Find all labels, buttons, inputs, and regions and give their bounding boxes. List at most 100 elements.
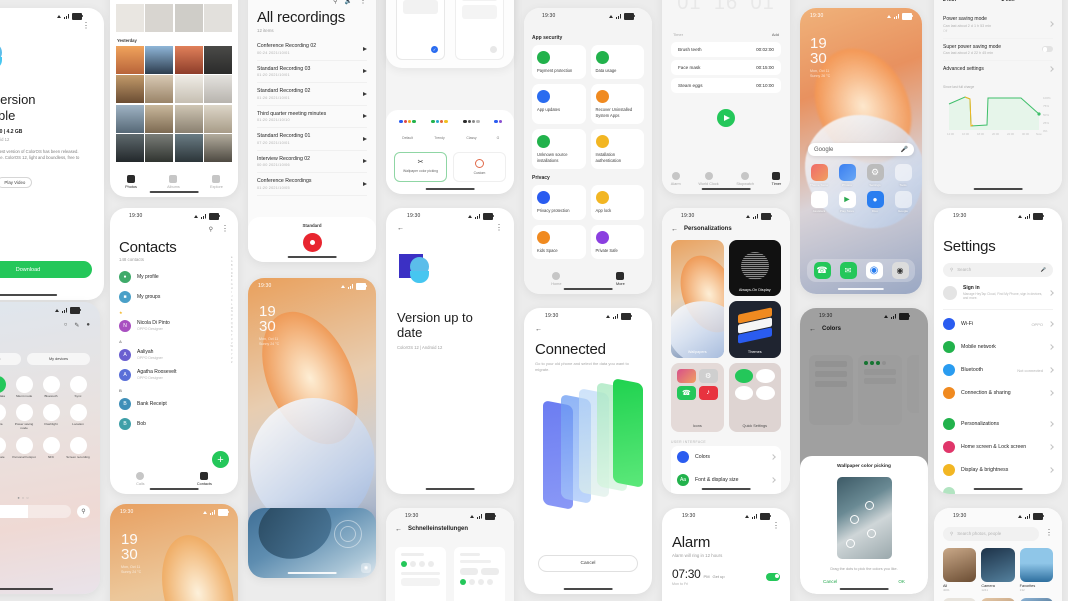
timer-list[interactable]: Brush teeth 00:02:00 Face mask 00:15:00 St… xyxy=(671,42,781,93)
qs-tile-nfc[interactable]: NFC xyxy=(39,437,63,460)
sidebar-item-mobile-network[interactable]: Mobile network xyxy=(943,336,1054,359)
qs-tile-hotspot[interactable]: Personal hotspot xyxy=(12,437,36,460)
tile-installation-auth[interactable]: Installation authentication xyxy=(590,129,644,170)
row-fingerprint-animation[interactable]: Fingerprint animation xyxy=(677,492,775,495)
card-icons[interactable]: ⚙ ☎ ♪ Icons xyxy=(671,362,724,432)
qs-layout-preview-1[interactable] xyxy=(395,546,446,601)
dock-camera[interactable]: ◉ xyxy=(891,262,909,279)
tile-payment-protection[interactable]: Payment protection xyxy=(532,44,586,80)
add-timer-button[interactable]: Add xyxy=(772,32,779,37)
tab-stopwatch[interactable]: Stopwatch xyxy=(736,172,754,186)
tile-private-safe[interactable]: Private Safe xyxy=(590,224,644,260)
security-tabbar[interactable]: Home More xyxy=(524,272,652,286)
tile-data-usage[interactable]: Data usage xyxy=(590,44,644,80)
contacts-tabbar[interactable]: Calls Contacts xyxy=(110,472,238,486)
battery-rows[interactable]: Power saving mode Can last about 2 d 1 h… xyxy=(943,11,1054,77)
privacy-tiles[interactable]: Privacy protection App lock Kids Space P… xyxy=(532,185,644,260)
overflow-menu-icon[interactable]: ⋮ xyxy=(495,223,503,231)
settings-icon[interactable]: ● xyxy=(86,322,90,328)
list-item[interactable]: A Aaliyah OPPO Designer xyxy=(119,345,229,365)
search-icon[interactable]: ⚲ xyxy=(209,226,213,233)
tile-privacy-protection[interactable]: Privacy protection xyxy=(532,185,586,220)
overflow-menu-icon[interactable]: ⋮ xyxy=(672,521,780,529)
option-custom[interactable]: Custom xyxy=(453,152,506,182)
alarm-toggle[interactable] xyxy=(766,573,780,581)
list-item-my-groups[interactable]: ■ My groups xyxy=(119,287,229,307)
list-item[interactable]: Standard Recording 03 01:20 2021/10/01 xyxy=(257,61,367,83)
photo-grid-top[interactable] xyxy=(116,4,232,32)
clock-tabbar[interactable]: Alarm World Clock Stopwatch Timer xyxy=(662,172,790,186)
timer-digits[interactable]: 01 16 01 xyxy=(671,0,781,15)
search-icon[interactable]: ⚲ xyxy=(77,504,90,518)
record-button[interactable] xyxy=(302,233,322,252)
start-timer-button[interactable] xyxy=(717,109,735,127)
overflow-menu-icon[interactable]: ⋮ xyxy=(1045,529,1053,537)
dock-messages[interactable]: ✉ xyxy=(839,262,857,279)
app-folder-tools[interactable]: Tools xyxy=(891,164,915,187)
album-grid[interactable]: All 4001 Camera 1241 Favorites 132 xyxy=(943,547,1053,592)
list-item[interactable]: Face mask 00:15:00 xyxy=(671,60,781,75)
sidebar-item-personalizations[interactable]: Personalizations xyxy=(943,413,1054,436)
overflow-menu-icon[interactable]: ⋮ xyxy=(359,0,367,4)
super-power-toggle[interactable] xyxy=(1042,46,1053,53)
tile-kids-space[interactable]: Kids Space xyxy=(532,224,586,260)
row-advanced-settings[interactable]: Advanced settings xyxy=(943,61,1054,77)
list-item[interactable]: N Nicola Di Pinto OPPO Designer xyxy=(119,316,229,336)
qs-tile-location[interactable]: Location xyxy=(66,404,90,431)
tile-app-lock[interactable]: App lock xyxy=(590,185,644,220)
back-icon[interactable]: ← xyxy=(395,526,402,533)
tab-world-clock[interactable]: World Clock xyxy=(698,172,719,186)
card-aod[interactable]: Always-On Display xyxy=(728,239,781,296)
mic-icon[interactable]: 🎤 xyxy=(1041,267,1046,273)
color-dot-2[interactable] xyxy=(849,515,859,524)
app-theme-store[interactable]: Theme Store xyxy=(807,164,831,187)
card-wallpapers[interactable]: Wallpapers xyxy=(671,239,724,358)
qs-tile-bluetooth[interactable]: Bluetooth xyxy=(39,375,63,399)
tab-alarm[interactable]: Alarm xyxy=(671,172,681,186)
camera-icon[interactable]: ◉ xyxy=(361,563,371,573)
row-colors[interactable]: Colors xyxy=(677,446,776,469)
dock[interactable]: ☎ ✉ ◉ ◉ xyxy=(807,259,915,282)
tile-app-updates[interactable]: App updates xyxy=(532,84,586,125)
option-wallpaper-color-picking[interactable]: ✂ Wallpaper color picking xyxy=(394,152,447,182)
qs-tile-screen-recording[interactable]: Screen recording xyxy=(66,437,90,460)
swatch-more[interactable]: G xyxy=(490,119,506,144)
setup-phone-2[interactable] xyxy=(455,0,504,60)
list-item[interactable]: Steam eggs 00:10:00 xyxy=(671,78,781,93)
list-item[interactable]: Standard Recording 02 01:26 2021/10/01 xyxy=(257,83,367,106)
dock-chrome[interactable]: ◉ xyxy=(865,262,883,279)
tab-contacts[interactable]: Contacts xyxy=(197,472,212,486)
album-all[interactable]: All 4001 xyxy=(943,547,977,592)
qs-tile-auto-rotate[interactable]: Auto rotate xyxy=(0,437,9,460)
app-security-tiles[interactable]: Payment protection Data usage App update… xyxy=(532,44,644,170)
list-item[interactable]: Conference Recording 02 00:24 2021/10/01 xyxy=(257,38,367,61)
settings-group-display[interactable]: Personalizations Home screen & Lock scre… xyxy=(943,413,1054,494)
app-duo[interactable]: ● Duo xyxy=(863,190,887,213)
app-row-1[interactable]: Theme Store Photos ⚙ Settings Tools xyxy=(807,164,915,187)
brightness-icon[interactable]: ○ xyxy=(64,322,68,328)
photo-grid[interactable] xyxy=(116,45,232,162)
play-icon[interactable] xyxy=(363,136,367,141)
app-play-store[interactable]: ► Play Store xyxy=(835,190,859,213)
tile-recover-uninstalled[interactable]: Recover Uninstalled System Apps xyxy=(590,84,644,125)
list-item[interactable]: Interview Recording 02 00:00 2021/10/06 xyxy=(257,151,367,173)
tab-timer[interactable]: Timer xyxy=(772,172,781,186)
app-assistant[interactable]: Assistant xyxy=(807,190,831,213)
album-camera[interactable]: Camera 1241 xyxy=(981,547,1015,592)
swatch-default[interactable]: Default xyxy=(394,119,421,144)
settings-search-input[interactable]: ⚲ Search 🎤 xyxy=(943,262,1053,277)
tab-home[interactable]: Home xyxy=(551,272,561,286)
search-icon[interactable]: ⚲ xyxy=(333,0,337,5)
overflow-menu-icon[interactable]: ⋮ xyxy=(0,21,90,29)
recordings-list[interactable]: Conference Recording 02 00:24 2021/10/01 … xyxy=(257,38,367,196)
color-dot-1[interactable] xyxy=(864,501,874,510)
play-icon[interactable] xyxy=(363,91,367,96)
color-dot-4[interactable] xyxy=(845,539,855,548)
list-item[interactable]: Standard Recording 01 07:20 2021/10/01 xyxy=(257,128,367,151)
settings-group-network[interactable]: Wi-Fi OPPO Mobile network Bluetooth Not co… xyxy=(943,313,1054,405)
sidebar-item-wifi[interactable]: Wi-Fi OPPO xyxy=(943,313,1054,336)
album-favorites[interactable]: Favorites 132 xyxy=(1019,547,1053,592)
dialog-cancel[interactable]: Cancel xyxy=(823,579,837,584)
list-item[interactable]: A Agatha Roosevelt OPPO Designer xyxy=(119,365,229,385)
sidebar-item-home-lock-screen[interactable]: Home screen & Lock screen xyxy=(943,436,1054,459)
